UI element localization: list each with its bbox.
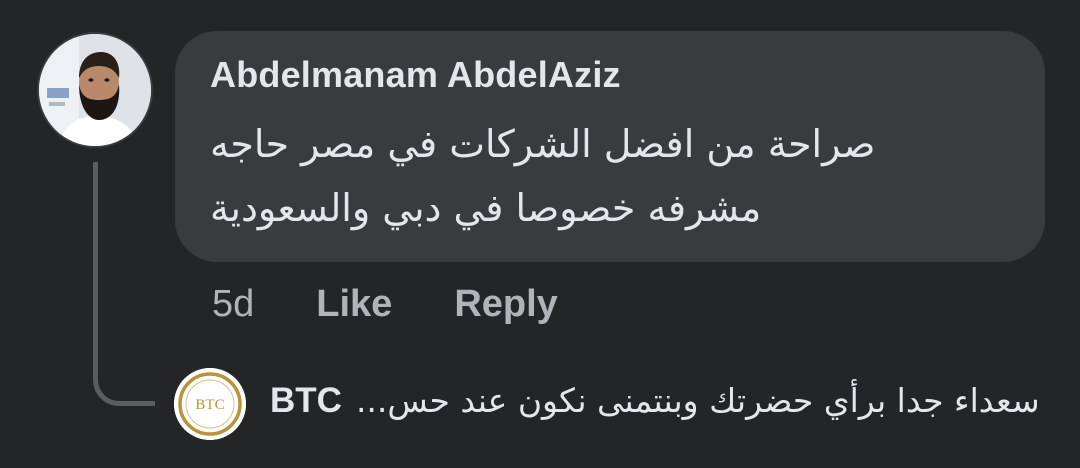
reply-text: سعداء جدا برأي حضرتك وبنتمنى نكون عند حس…: [355, 381, 1040, 420]
reply-button[interactable]: Reply: [454, 283, 557, 326]
comment-text: صراحة من افضل الشركات في مصر حاجه مشرفه …: [210, 112, 930, 240]
profile-photo-icon: [39, 34, 151, 146]
avatar[interactable]: [37, 32, 153, 148]
thread-connector-line: [93, 162, 155, 406]
btc-logo-icon: BTC: [174, 368, 246, 440]
reply-avatar[interactable]: BTC: [174, 368, 246, 440]
comment-thread: Abdelmanam AbdelAziz صراحة من افضل الشرك…: [0, 0, 1080, 468]
comment-text-line: مشرفه خصوصا في دبي والسعودية: [210, 186, 762, 230]
comment-actions: 5d Like Reply: [212, 283, 558, 326]
like-button[interactable]: Like: [316, 283, 392, 326]
comment-timestamp[interactable]: 5d: [212, 283, 254, 326]
svg-text:BTC: BTC: [195, 397, 224, 413]
comment-text-line: صراحة من افضل الشركات في مصر حاجه: [210, 122, 876, 166]
reply-preview[interactable]: BTC سعداء جدا برأي حضرتك وبنتمنى نكون عن…: [270, 381, 1040, 421]
comment-author-name[interactable]: Abdelmanam AbdelAziz: [210, 54, 621, 96]
reply-author-name[interactable]: BTC: [270, 381, 342, 421]
